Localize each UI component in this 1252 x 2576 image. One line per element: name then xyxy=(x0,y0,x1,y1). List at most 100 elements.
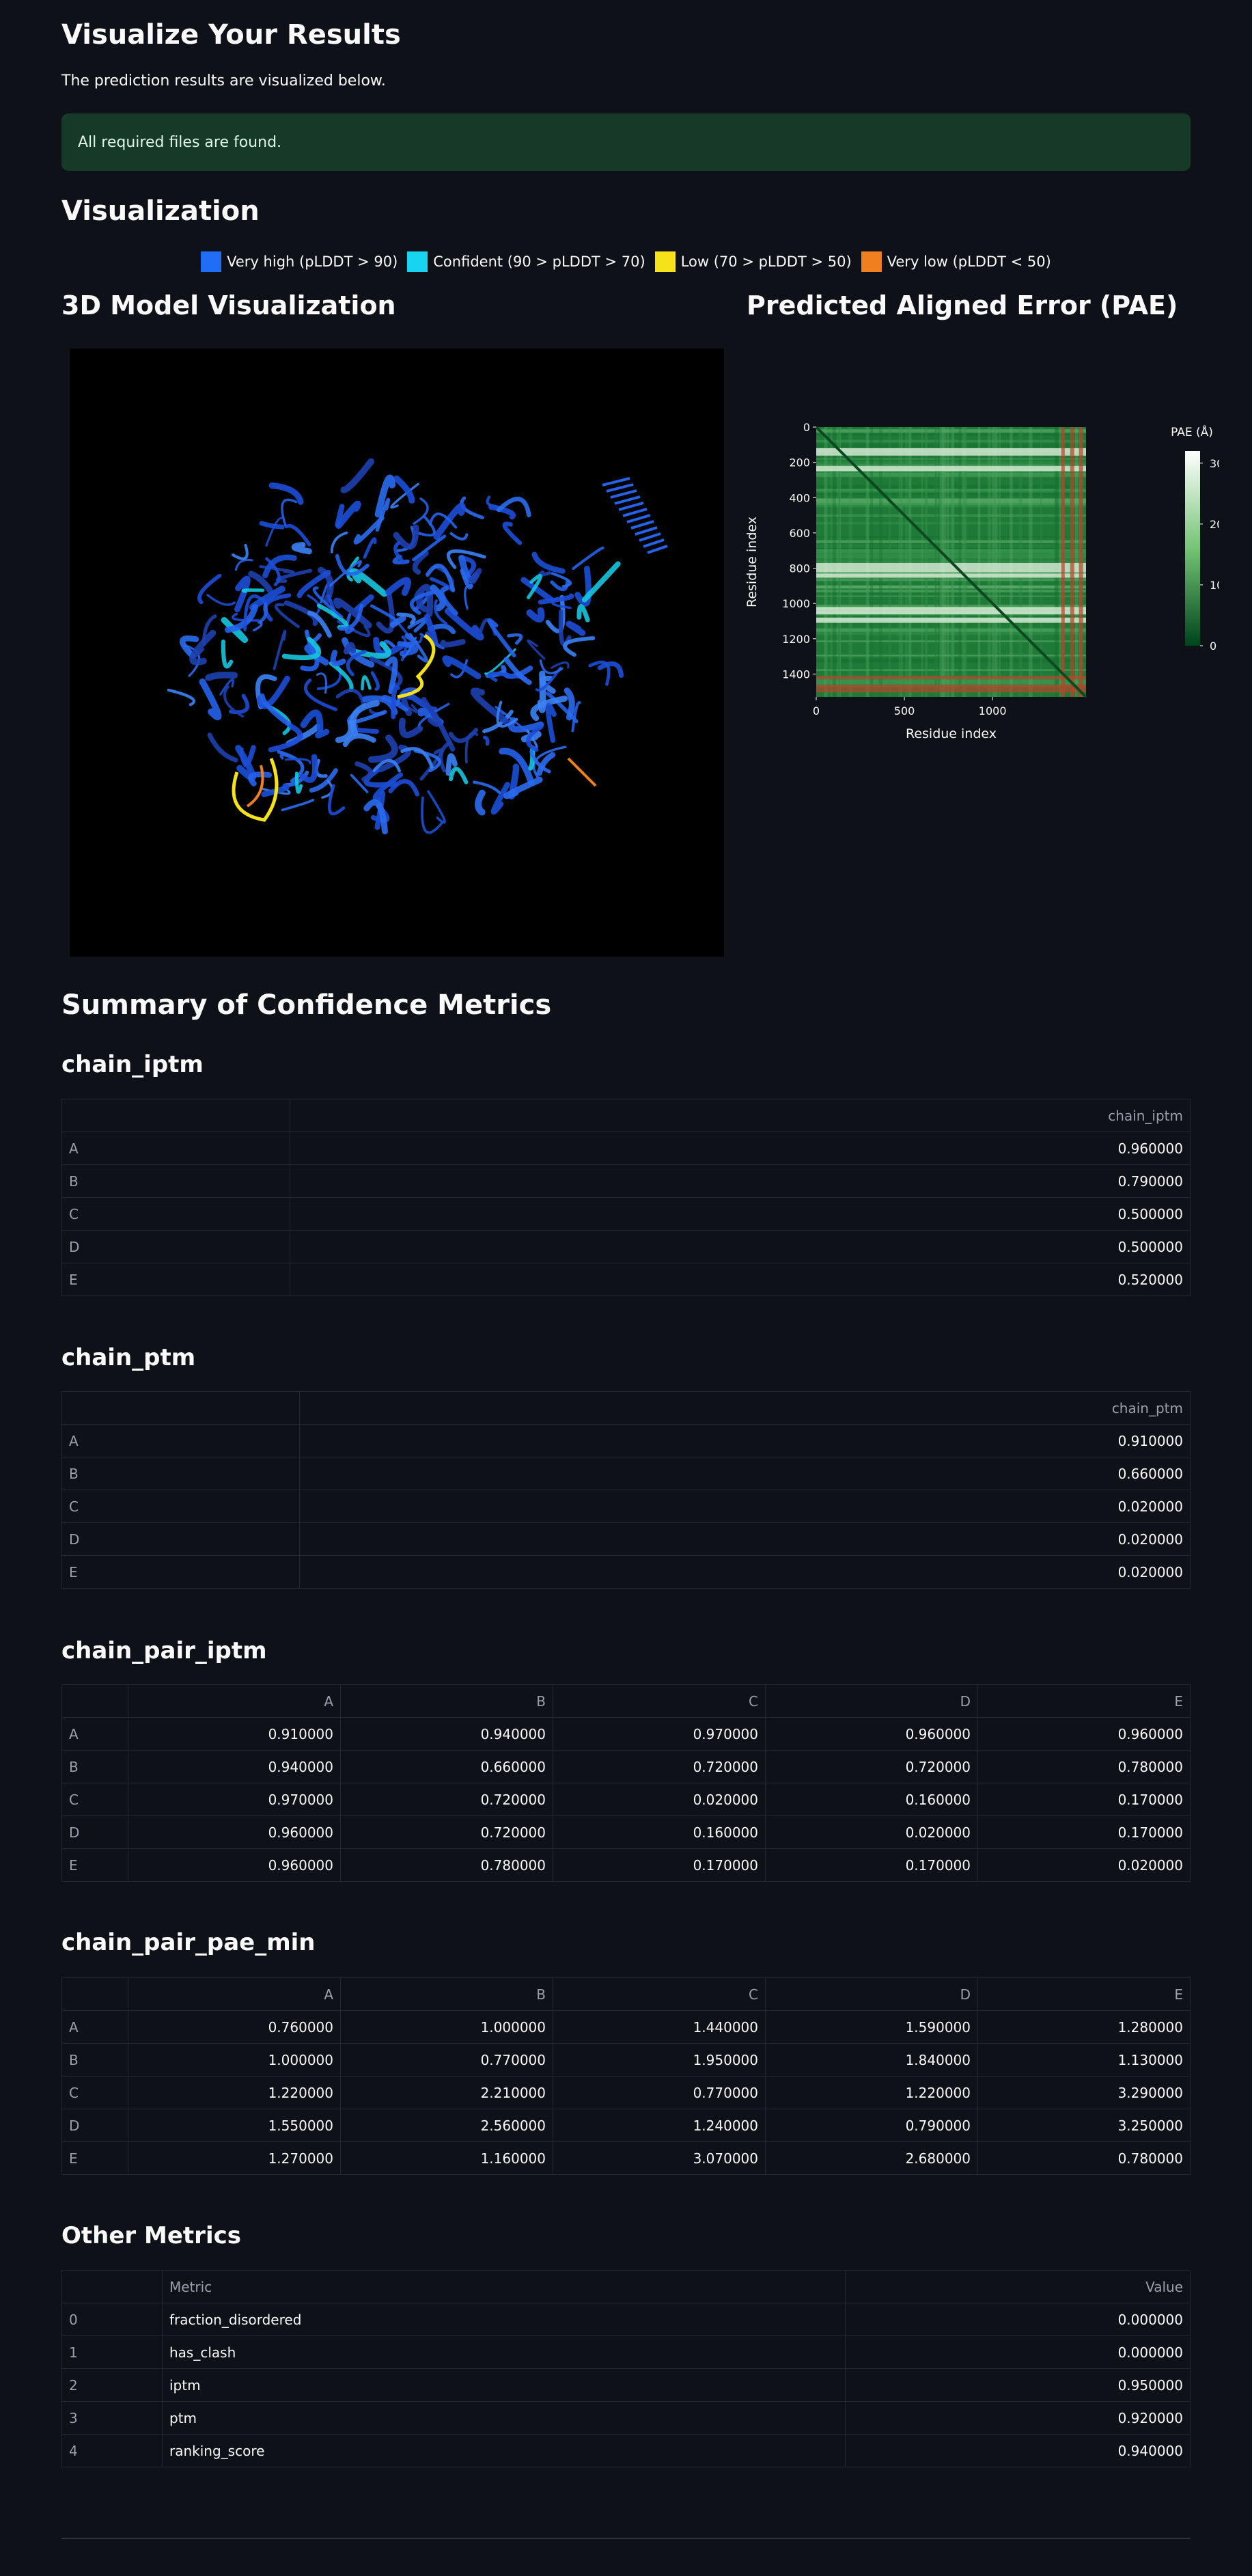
protein-ribbon xyxy=(545,702,557,743)
protein-ribbon xyxy=(265,517,283,547)
table-row[interactable]: 3 ptm 0.920000 xyxy=(61,2401,1191,2435)
column-header[interactable]: E xyxy=(977,1977,1191,2011)
table-cell: 0.170000 xyxy=(977,1815,1191,1849)
column-header[interactable]: C xyxy=(553,1977,766,2011)
protein-ribbon xyxy=(241,588,265,593)
table-row[interactable]: A 0.910000 xyxy=(61,1424,1191,1457)
table-row[interactable]: A 0.910000 0.940000 0.970000 0.960000 0.96000… xyxy=(61,1717,1191,1751)
legend-swatch-confident xyxy=(407,251,428,272)
table-cell: 0.780000 xyxy=(977,2141,1191,2175)
protein-ribbon xyxy=(340,458,374,493)
table-cell: 0.960000 xyxy=(977,1717,1191,1751)
table-row[interactable]: C 1.220000 2.210000 0.770000 1.220000 3.29000… xyxy=(61,2076,1191,2109)
legend-swatch-very-low xyxy=(861,251,882,272)
table-cell: 1.240000 xyxy=(553,2109,766,2142)
column-header[interactable]: B xyxy=(340,1684,553,1718)
column-header[interactable]: A xyxy=(128,1977,341,2011)
legend-item-very-low: Very low (pLDDT < 50) xyxy=(861,251,1051,272)
legend-item-very-high: Very high (pLDDT > 90) xyxy=(201,251,398,272)
table-row[interactable]: E 0.960000 0.780000 0.170000 0.170000 0.02000… xyxy=(61,1848,1191,1882)
table-cell: 0.660000 xyxy=(340,1750,553,1783)
protein-ribbon xyxy=(259,521,285,530)
table-row[interactable]: 2 iptm 0.950000 xyxy=(61,2368,1191,2402)
chain-ptm-table: chain_ptm A 0.910000 B 0.660000 C 0.020000 D 0.0… xyxy=(61,1391,1191,1589)
column-header[interactable]: A xyxy=(128,1684,341,1718)
table-cell: 0.000000 xyxy=(845,2303,1191,2336)
row-index: A xyxy=(61,2010,128,2044)
table-cell: 2.680000 xyxy=(765,2141,978,2175)
column-header[interactable]: D xyxy=(765,1977,978,2011)
protein-ribbon xyxy=(273,629,287,670)
protein-ribbon xyxy=(207,732,238,763)
protein-ribbon xyxy=(231,543,249,560)
row-index: B xyxy=(61,2043,128,2077)
table-row[interactable]: A 0.960000 xyxy=(61,1132,1191,1165)
table-row[interactable]: B 1.000000 0.770000 1.950000 1.840000 1.13000… xyxy=(61,2043,1191,2077)
table-cell: 0.970000 xyxy=(553,1717,766,1751)
summary-heading: Summary of Confidence Metrics xyxy=(61,989,552,1021)
table-cell: 0.170000 xyxy=(977,1783,1191,1816)
table-row[interactable]: B 0.660000 xyxy=(61,1457,1191,1490)
table-row[interactable]: C 0.020000 xyxy=(61,1490,1191,1523)
table-row[interactable]: E 1.270000 1.160000 3.070000 2.680000 0.78000… xyxy=(61,2141,1191,2175)
column-header[interactable]: D xyxy=(765,1684,978,1718)
column-header[interactable]: C xyxy=(553,1684,766,1718)
table-row[interactable]: 1 has_clash 0.000000 xyxy=(61,2335,1191,2369)
table-row[interactable]: C 0.970000 0.720000 0.020000 0.160000 0.17000… xyxy=(61,1783,1191,1816)
table-row[interactable]: B 0.940000 0.660000 0.720000 0.720000 0.78000… xyxy=(61,1750,1191,1783)
column-header[interactable]: Value xyxy=(845,2270,1191,2303)
colorbar-tick-label: 30 xyxy=(1210,457,1219,470)
table-cell: 0.780000 xyxy=(977,1750,1191,1783)
protein-ribbon xyxy=(526,607,545,622)
table-row[interactable]: C 0.500000 xyxy=(61,1197,1191,1231)
protein-ribbon xyxy=(314,758,328,778)
row-index: A xyxy=(61,1132,290,1165)
protein-ribbon xyxy=(385,577,411,597)
plddt-legend: Very high (pLDDT > 90) Confident (90 > p… xyxy=(61,251,1191,272)
protein-ribbon xyxy=(482,735,490,746)
table-row[interactable]: D 0.960000 0.720000 0.160000 0.020000 0.17000… xyxy=(61,1815,1191,1849)
table-cell: 0.720000 xyxy=(553,1750,766,1783)
colorbar-label: PAE (Å) xyxy=(1171,424,1213,439)
protein-ribbon xyxy=(470,687,511,726)
table-cell: has_clash xyxy=(162,2335,846,2369)
protein-ribbon xyxy=(281,498,298,527)
column-header[interactable]: E xyxy=(977,1684,1191,1718)
column-header[interactable]: chain_ptm xyxy=(299,1391,1191,1425)
table-cell: 0.720000 xyxy=(340,1815,553,1849)
column-header[interactable]: Metric xyxy=(162,2270,846,2303)
table-row[interactable]: 4 ranking_score 0.940000 xyxy=(61,2434,1191,2467)
table-cell: 0.760000 xyxy=(128,2010,341,2044)
pae-low-confidence-row xyxy=(816,676,1086,680)
table-row[interactable]: A 0.760000 1.000000 1.440000 1.590000 1.28000… xyxy=(61,2010,1191,2044)
3d-model-viewer[interactable] xyxy=(70,348,724,957)
colorbar xyxy=(1185,451,1200,646)
chain-ptm-heading: chain_ptm xyxy=(61,1344,196,1371)
column-header[interactable]: B xyxy=(340,1977,553,2011)
protein-ribbon xyxy=(363,537,377,559)
table-cell: 3.070000 xyxy=(553,2141,766,2175)
y-axis-label: Residue index xyxy=(745,517,760,607)
table-cell: 1.440000 xyxy=(553,2010,766,2044)
column-header[interactable]: chain_iptm xyxy=(290,1099,1191,1132)
table-row[interactable]: D 1.550000 2.560000 1.240000 0.790000 3.25000… xyxy=(61,2109,1191,2142)
table-row[interactable]: 0 fraction_disordered 0.000000 xyxy=(61,2303,1191,2336)
table-cell: 0.920000 xyxy=(845,2401,1191,2435)
very-low-plddt-loop xyxy=(567,757,597,787)
pae-low-confidence-row xyxy=(816,689,1086,693)
protein-ribbon xyxy=(361,675,372,691)
table-cell: ptm xyxy=(162,2401,846,2435)
page-title: Visualize Your Results xyxy=(61,19,401,51)
table-cell: 0.520000 xyxy=(290,1263,1191,1296)
table-row[interactable]: D 0.500000 xyxy=(61,1230,1191,1263)
table-row[interactable]: D 0.020000 xyxy=(61,1522,1191,1556)
table-row[interactable]: E 0.020000 xyxy=(61,1555,1191,1589)
table-row[interactable]: B 0.790000 xyxy=(61,1164,1191,1198)
table-cell: 0.950000 xyxy=(845,2368,1191,2402)
table-cell: 1.220000 xyxy=(765,2076,978,2109)
x-axis-label: Residue index xyxy=(906,726,997,741)
nucleic-acid-rung xyxy=(602,477,630,487)
pae-low-confidence-row xyxy=(816,684,1086,689)
protein-ribbon xyxy=(199,678,222,721)
table-row[interactable]: E 0.520000 xyxy=(61,1263,1191,1296)
